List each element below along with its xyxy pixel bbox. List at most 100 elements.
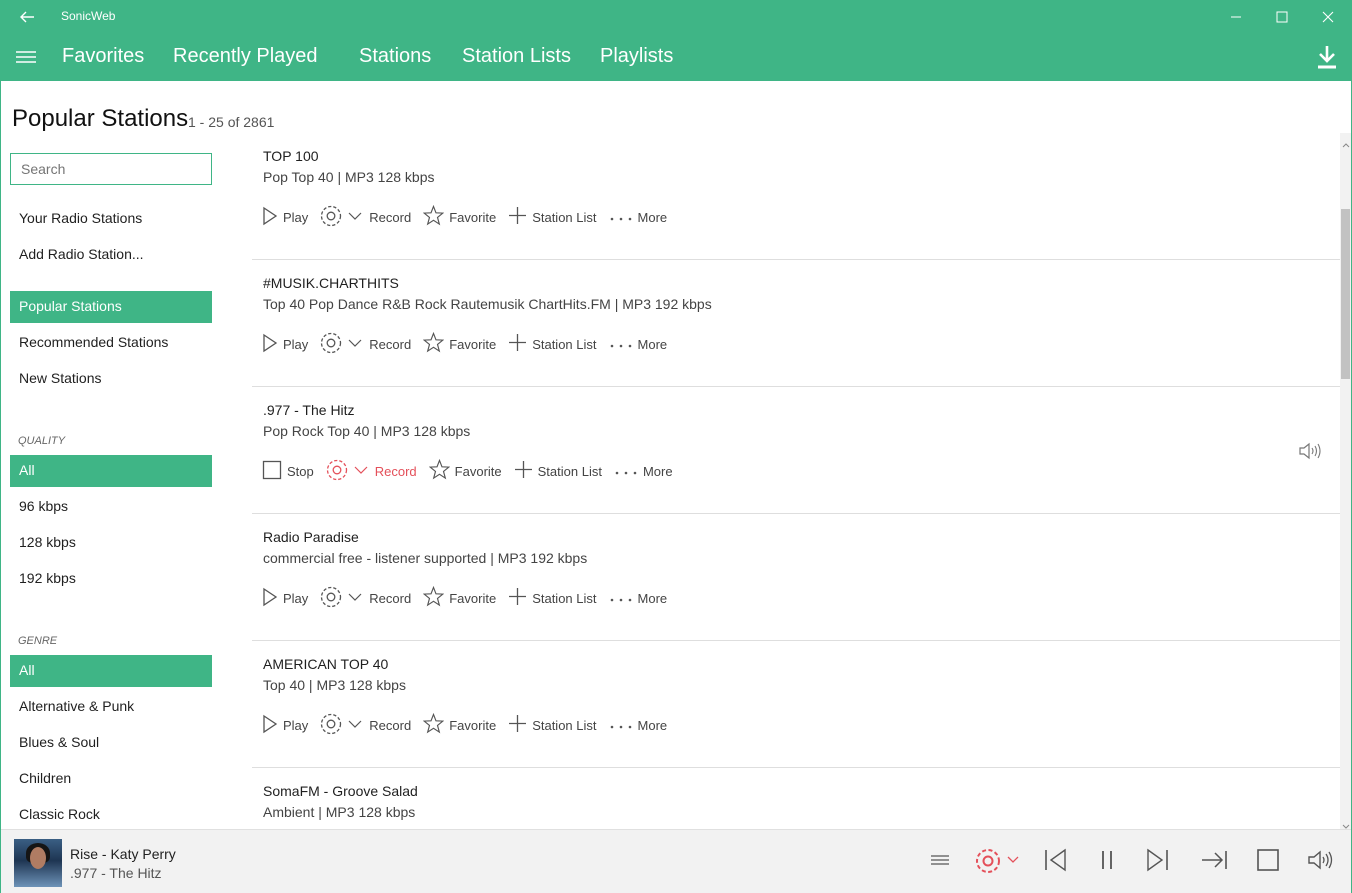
station-list-button[interactable]: Station List [508, 333, 596, 355]
station-row[interactable]: #MUSIK.CHARTHITS Top 40 Pop Dance R&B Ro… [252, 260, 1340, 387]
nav-recently-played[interactable]: Recently Played [173, 45, 318, 68]
favorite-button[interactable]: Favorite [429, 459, 502, 483]
station-list-button[interactable]: Station List [508, 714, 596, 736]
plus-icon [508, 714, 532, 736]
scroll-down-icon[interactable] [1342, 818, 1350, 826]
now-playing-station: .977 - The Hitz [70, 865, 162, 881]
more-button[interactable]: More [609, 337, 668, 352]
station-list-button[interactable]: Station List [508, 587, 596, 609]
quality-item-all[interactable]: All [10, 455, 212, 487]
star-icon [423, 332, 449, 356]
scroll-thumb[interactable] [1341, 209, 1350, 379]
scrollbar[interactable] [1340, 133, 1351, 829]
record-button[interactable]: Record [320, 205, 411, 230]
star-icon [429, 459, 455, 483]
station-list: TOP 100 Pop Top 40 | MP3 128 kbps Play R… [252, 133, 1340, 829]
station-list-button[interactable]: Station List [508, 206, 596, 228]
genre-item-blues-soul[interactable]: Blues & Soul [10, 727, 212, 759]
sidebar-item-new-stations[interactable]: New Stations [10, 363, 212, 395]
favorite-button[interactable]: Favorite [423, 713, 496, 737]
station-row[interactable]: SomaFM - Groove Salad Ambient | MP3 128 … [252, 768, 1340, 829]
record-icon [320, 332, 369, 357]
sidebar-item-add-radio-station[interactable]: Add Radio Station... [10, 239, 212, 271]
record-button[interactable]: Record [320, 713, 411, 738]
more-button[interactable]: More [609, 210, 668, 225]
play-label: Play [283, 718, 308, 733]
more-button[interactable]: More [609, 718, 668, 733]
previous-icon[interactable] [1043, 848, 1069, 872]
play-label: Play [283, 591, 308, 606]
more-dots-icon [609, 337, 638, 352]
station-description: Pop Rock Top 40 | MP3 128 kbps [263, 423, 470, 439]
play-icon [262, 587, 283, 610]
favorite-button[interactable]: Favorite [423, 205, 496, 229]
search-input[interactable] [10, 153, 212, 185]
play-icon [262, 333, 283, 356]
station-row[interactable]: AMERICAN TOP 40 Top 40 | MP3 128 kbps Pl… [252, 641, 1340, 768]
skip-to-live-icon[interactable] [1200, 848, 1228, 872]
play-button[interactable]: Play [262, 206, 308, 229]
nav-bar: Favorites Recently Played Stations Stati… [1, 33, 1351, 81]
sidebar-item-your-radio-stations[interactable]: Your Radio Stations [10, 203, 212, 235]
genre-item-classic-rock[interactable]: Classic Rock [10, 799, 212, 831]
quality-item-192[interactable]: 192 kbps [10, 563, 212, 595]
quality-item-128[interactable]: 128 kbps [10, 527, 212, 559]
more-label: More [643, 464, 673, 479]
scroll-up-icon[interactable] [1342, 136, 1350, 144]
sidebar-item-recommended-stations[interactable]: Recommended Stations [10, 327, 212, 359]
pause-icon[interactable] [1096, 848, 1118, 872]
more-button[interactable]: More [614, 464, 673, 479]
nav-station-lists[interactable]: Station Lists [462, 45, 571, 68]
app-title: SonicWeb [61, 9, 115, 23]
record-button[interactable] [975, 848, 1021, 874]
record-label: Record [369, 718, 411, 733]
now-playing-speaker-icon [1298, 441, 1322, 466]
close-button[interactable] [1305, 1, 1351, 33]
stop-icon[interactable] [1256, 848, 1280, 872]
stop-button[interactable]: Stop [262, 460, 314, 483]
play-label: Play [283, 210, 308, 225]
genre-item-alternative-punk[interactable]: Alternative & Punk [10, 691, 212, 723]
record-button[interactable]: Record [320, 586, 411, 611]
minimize-button[interactable] [1213, 1, 1259, 33]
station-list-label: Station List [538, 464, 602, 479]
more-button[interactable]: More [609, 591, 668, 606]
record-icon [320, 713, 369, 738]
back-arrow-icon[interactable] [17, 7, 37, 27]
station-row[interactable]: .977 - The Hitz Pop Rock Top 40 | MP3 12… [252, 387, 1340, 514]
play-label: Play [283, 337, 308, 352]
queue-list-icon[interactable] [929, 848, 951, 872]
quality-item-96[interactable]: 96 kbps [10, 491, 212, 523]
nav-playlists[interactable]: Playlists [600, 45, 673, 68]
play-button[interactable]: Play [262, 714, 308, 737]
play-button[interactable]: Play [262, 333, 308, 356]
record-label: Record [369, 337, 411, 352]
play-button[interactable]: Play [262, 587, 308, 610]
station-row[interactable]: Radio Paradise commercial free - listene… [252, 514, 1340, 641]
plus-icon [508, 206, 532, 228]
station-row[interactable]: TOP 100 Pop Top 40 | MP3 128 kbps Play R… [252, 133, 1340, 260]
volume-icon[interactable] [1306, 848, 1334, 872]
favorite-button[interactable]: Favorite [423, 586, 496, 610]
nav-stations[interactable]: Stations [359, 45, 431, 68]
plus-icon [508, 333, 532, 355]
genre-item-all[interactable]: All [10, 655, 212, 687]
sidebar-item-popular-stations[interactable]: Popular Stations [10, 291, 212, 323]
maximize-button[interactable] [1259, 1, 1305, 33]
more-dots-icon [609, 718, 638, 733]
download-icon[interactable] [1315, 44, 1339, 70]
station-description: Top 40 | MP3 128 kbps [263, 677, 406, 693]
record-button[interactable]: Record [326, 459, 417, 484]
page-title: Popular Stations [12, 105, 188, 133]
star-icon [423, 205, 449, 229]
station-list-button[interactable]: Station List [514, 460, 602, 482]
record-icon [320, 586, 369, 611]
genre-item-children[interactable]: Children [10, 763, 212, 795]
favorite-button[interactable]: Favorite [423, 332, 496, 356]
record-button[interactable]: Record [320, 332, 411, 357]
next-icon[interactable] [1144, 848, 1170, 872]
hamburger-menu-icon[interactable] [15, 47, 37, 67]
nav-favorites[interactable]: Favorites [62, 45, 144, 68]
station-name: .977 - The Hitz [263, 402, 355, 418]
more-label: More [638, 718, 668, 733]
